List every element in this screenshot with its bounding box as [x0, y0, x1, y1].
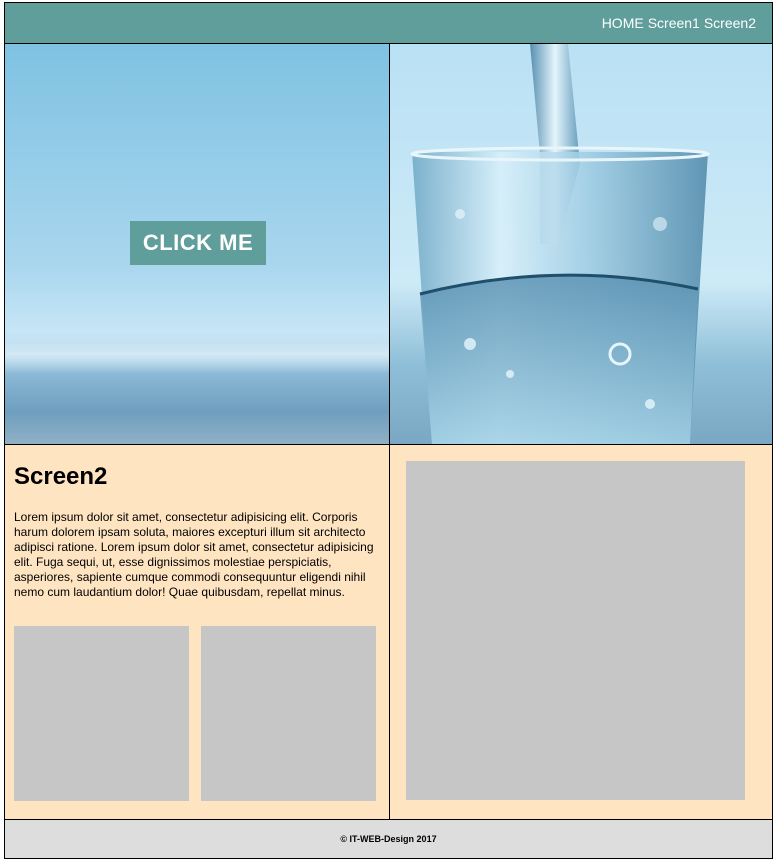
content-image-panel	[390, 445, 772, 820]
click-me-button[interactable]: CLICK ME	[130, 221, 266, 265]
water-glass-illustration	[410, 44, 710, 444]
nav-link-home[interactable]: HOME	[602, 15, 644, 31]
hero-sea-image: CLICK ME	[5, 44, 390, 445]
copyright-text: © IT-WEB-Design 2017	[340, 834, 437, 844]
water-glass-image	[390, 44, 772, 445]
top-nav: HOME Screen1 Screen2	[5, 3, 772, 44]
image-placeholder-2	[201, 626, 376, 801]
image-placeholder-1	[14, 626, 189, 801]
horizon-haze	[5, 334, 389, 374]
footer: © IT-WEB-Design 2017	[5, 820, 772, 858]
nav-link-screen1[interactable]: Screen1	[648, 15, 700, 31]
body-paragraph: Lorem ipsum dolor sit amet, consectetur …	[14, 510, 374, 599]
content-text-panel: Screen2 Lorem ipsum dolor sit amet, cons…	[5, 445, 390, 820]
page-heading: Screen2	[14, 463, 108, 490]
image-placeholder-large	[406, 461, 745, 800]
nav-link-screen2[interactable]: Screen2	[704, 15, 756, 31]
page: HOME Screen1 Screen2 CLICK ME Screen2 Lo…	[4, 2, 773, 859]
